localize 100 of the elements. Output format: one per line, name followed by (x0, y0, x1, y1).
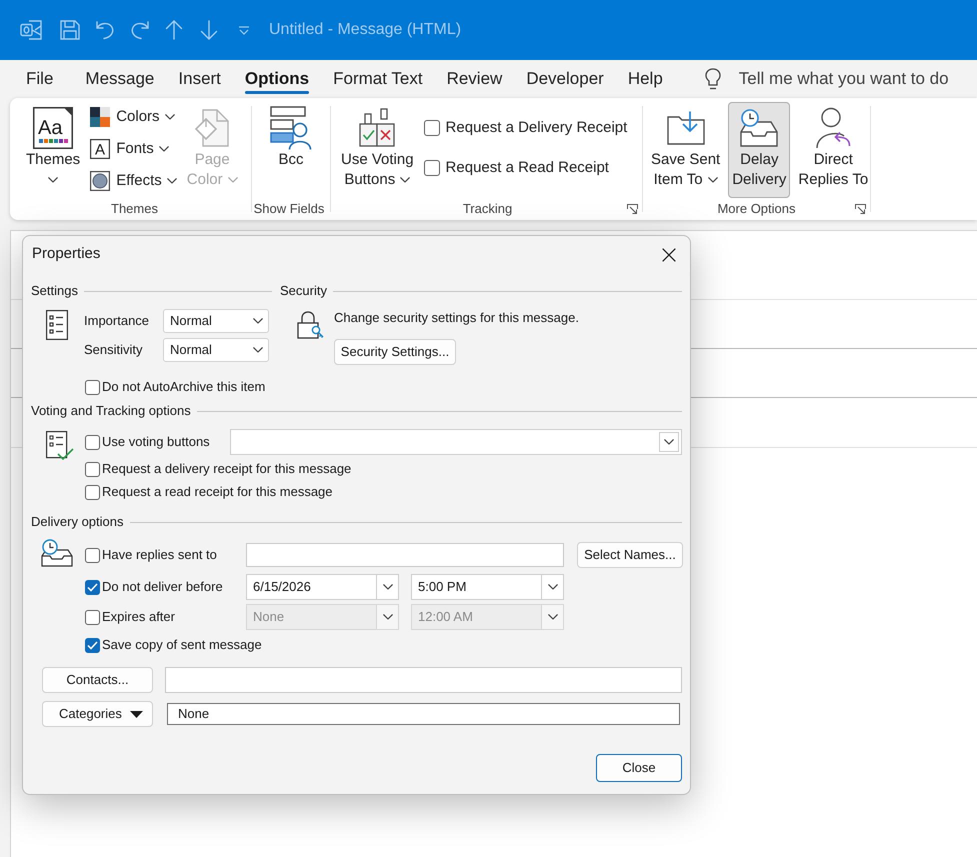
tell-me-search-field[interactable]: Tell me what you want to do (704, 64, 964, 94)
section-heading: Security (280, 282, 327, 300)
check-icon (87, 640, 98, 650)
checkbox-label: Request a Read Receipt (446, 158, 609, 178)
ribbon-button[interactable]: Aa Themes (22, 102, 84, 198)
person-reply-arrow-icon (815, 107, 852, 149)
menu-tab[interactable]: Message (73, 60, 166, 98)
field-label: Importance (84, 312, 150, 330)
chevron-down-icon (708, 177, 718, 183)
chevron-down-icon (253, 318, 263, 324)
select-names-button[interactable]: Select Names... (577, 542, 683, 568)
checkbox[interactable] (85, 380, 100, 394)
date-combo[interactable]: 6/15/2026 (246, 574, 399, 600)
chevron-down-icon (158, 146, 169, 152)
menu-tab[interactable]: Developer (514, 60, 616, 98)
checkbox[interactable] (85, 484, 100, 500)
contacts-field[interactable] (165, 667, 682, 693)
menu-tab[interactable]: Format Text (321, 60, 435, 98)
themes-icon: Aa (33, 107, 74, 149)
checklist-icon (46, 431, 74, 461)
tray-clock-icon (740, 109, 778, 147)
checkbox[interactable] (424, 160, 440, 176)
checkbox-label: Request a delivery receipt for this message (102, 460, 352, 478)
checkbox[interactable] (85, 638, 100, 652)
ribbon-button[interactable]: Direct Replies To (794, 102, 872, 198)
section-heading: Voting and Tracking options (31, 402, 191, 420)
group-label: Show Fields (254, 200, 324, 218)
group-label: Tracking (462, 200, 512, 218)
chevron-down-icon (164, 114, 175, 120)
ballot-boxes-icon (359, 108, 396, 148)
time-combo[interactable]: 5:00 PM (411, 574, 564, 600)
page-paint-bucket-icon (195, 109, 230, 147)
categories-button[interactable]: Categories (42, 701, 153, 727)
ribbon-button[interactable]: Use Voting Buttons (337, 102, 418, 198)
checkbox[interactable] (85, 462, 100, 476)
font-letter-icon: A (90, 139, 110, 159)
ribbon-small-button[interactable]: A Fonts (88, 133, 179, 165)
dropdown-triangle-icon (130, 710, 143, 718)
chevron-down-icon (400, 177, 410, 183)
chevron-down-icon (548, 614, 558, 620)
undo-icon[interactable] (95, 20, 115, 40)
window-title: Untitled - Message (HTML) (269, 20, 462, 40)
save-icon[interactable] (60, 20, 80, 40)
ribbon-button[interactable]: Delay Delivery (728, 102, 790, 198)
tray-clock-icon (41, 539, 73, 567)
checkbox[interactable] (85, 548, 100, 562)
checkbox-label: Use voting buttons (102, 433, 210, 452)
up-arrow-icon[interactable] (165, 20, 183, 40)
chevron-down-icon (382, 614, 392, 620)
check-icon (87, 582, 98, 592)
checkbox-label: Have replies sent to (102, 546, 217, 564)
app-logo-icon[interactable] (20, 19, 42, 41)
menu-tab[interactable]: Insert (166, 60, 233, 98)
close-icon (662, 248, 676, 262)
checkbox-label: Do not AutoArchive this item (102, 378, 266, 396)
checkbox[interactable] (85, 434, 100, 450)
dialog-launcher-icon[interactable] (855, 204, 866, 214)
menu-tab[interactable]: Review (434, 60, 514, 98)
text-field[interactable] (246, 543, 564, 567)
menu-tab[interactable]: Help (616, 60, 675, 98)
color-swatches-icon (90, 107, 110, 127)
menu-tab[interactable]: File (14, 60, 66, 98)
group-label: More Options (717, 200, 796, 218)
section-heading: Delivery options (31, 513, 124, 532)
ribbon-small-button[interactable]: Colors (88, 101, 179, 133)
checkbox-label: Request a Delivery Receipt (446, 118, 628, 138)
chevron-down-icon (548, 584, 558, 590)
security-description: Change security settings for this message. (334, 310, 579, 326)
ribbon-small-button[interactable]: Effects (88, 165, 179, 197)
effects-circle-icon (90, 171, 110, 191)
security-settings-button[interactable]: Security Settings... (334, 339, 456, 365)
ribbon-button[interactable]: Save Sent Item To (647, 102, 724, 198)
section-heading: Settings (31, 282, 78, 300)
checkbox-label: Save copy of sent message (102, 636, 262, 654)
checkbox-label: Expires after (102, 608, 175, 626)
address-fields-person-icon (270, 106, 312, 150)
select-field[interactable]: Normal (163, 309, 269, 333)
select-field[interactable]: Normal (163, 338, 269, 362)
lock-key-icon (296, 310, 324, 340)
redo-icon[interactable] (130, 20, 150, 40)
dialog-title: Properties (32, 244, 100, 264)
checkbox-label: Do not deliver before (102, 578, 223, 596)
down-arrow-icon[interactable] (200, 20, 218, 40)
lightbulb-icon (704, 68, 721, 90)
customize-toolbar-icon[interactable] (238, 26, 250, 34)
field-label: Sensitivity (84, 341, 144, 360)
chevron-down-icon (382, 584, 392, 590)
voting-options-field[interactable] (230, 429, 682, 455)
chevron-down-icon (166, 178, 177, 184)
close-dialog-button[interactable]: Close (596, 754, 682, 782)
menu-tab[interactable]: Options (232, 60, 322, 98)
contacts-button[interactable]: Contacts... (42, 667, 153, 693)
folder-down-arrow-icon (666, 111, 705, 145)
dialog-launcher-icon[interactable] (627, 204, 638, 214)
checkbox[interactable] (424, 120, 440, 136)
ribbon-button[interactable]: Bcc (266, 102, 316, 198)
categories-field[interactable]: None (167, 703, 680, 725)
list-icon (46, 310, 68, 340)
group-label: Themes (111, 200, 158, 218)
checkbox[interactable] (85, 580, 100, 594)
